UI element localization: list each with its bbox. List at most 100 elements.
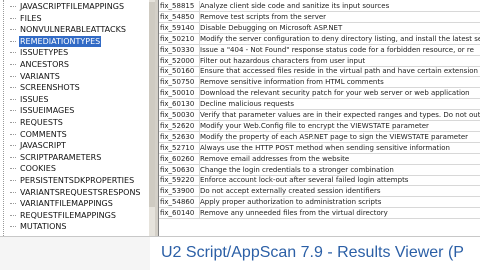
tree-branch-line — [10, 87, 16, 89]
row-description-cell: Do not accept externally created session… — [200, 187, 381, 196]
row-id-cell: fix_60260 — [159, 153, 200, 164]
row-id-cell: fix_59220 — [159, 175, 200, 186]
tree-branch-line — [10, 40, 16, 42]
row-description-cell: Ensure that accessed files reside in the… — [200, 67, 478, 76]
tree-item-label[interactable]: VARIANTSREQUESTSRESPONS — [19, 187, 142, 198]
row-id-cell: fix_52620 — [159, 120, 200, 131]
tree-branch-line — [10, 203, 16, 205]
row-id-cell: fix_50330 — [159, 44, 200, 55]
table-row[interactable]: fix_59220 Enforce account lock-out after … — [159, 175, 480, 187]
row-description-cell: Remove any unneeded files from the virtu… — [200, 209, 388, 218]
table-row[interactable]: fix_60140 Remove any unneeded files from … — [159, 208, 480, 220]
tree-branch-line — [10, 226, 16, 228]
row-id-cell: fix_50030 — [159, 110, 200, 120]
table-row[interactable]: fix_54860 Apply proper authorization to a… — [159, 197, 480, 209]
row-description-cell: Download the relevant security patch for… — [200, 89, 470, 98]
row-description-cell: Filter out hazardous characters from use… — [200, 56, 366, 65]
tree-branch-line — [10, 168, 16, 170]
row-id-cell: fix_54850 — [159, 11, 200, 22]
row-id-cell: fix_52630 — [159, 131, 200, 142]
tree-branch-line — [10, 17, 16, 19]
row-id-cell: fix_60140 — [159, 208, 200, 219]
bottom-left-area — [0, 237, 150, 270]
table-row[interactable]: fix_52620 Modify your Web.Config file to … — [159, 120, 480, 132]
tree-item-label[interactable]: JAVASCRIPT — [19, 140, 67, 151]
tree-branch-line — [10, 75, 16, 77]
table-row[interactable]: fix_52710 Always use the HTTP POST method… — [159, 142, 480, 154]
tree-branch-line — [10, 156, 16, 158]
table-row[interactable]: fix_52630 Modify the property of each ASP… — [159, 131, 480, 143]
tree-branch-line — [10, 145, 16, 147]
table-row[interactable]: fix_60260 Remove email addresses from the… — [159, 153, 480, 165]
tree-item-label[interactable]: JAVASCRIPTFILEMAPPINGS — [19, 1, 125, 12]
table-row[interactable]: fix_50030 Verify that parameter values ar… — [159, 110, 480, 121]
table-row[interactable]: fix_53900 Do not accept externally create… — [159, 186, 480, 198]
table-row[interactable]: fix_50210 Modify the server configuration… — [159, 33, 480, 45]
tree-item-label[interactable]: REQUESTS — [19, 117, 64, 128]
table-row[interactable]: fix_50330 Issue a "404 - Not Found" respo… — [159, 44, 480, 56]
tree-item-label[interactable]: FILES — [19, 13, 43, 24]
row-description-cell: Always use the HTTP POST method when sen… — [200, 143, 450, 152]
tree-branch-line — [10, 214, 16, 216]
tree-item-label[interactable]: ISSUETYPES — [19, 47, 69, 58]
table-row[interactable]: fix_58815 Analyze client side code and sa… — [159, 1, 480, 12]
tree-item-label[interactable]: MUTATIONS — [19, 221, 67, 232]
table-row[interactable]: fix_52000 Filter out hazardous characters… — [159, 55, 480, 67]
tree-branch-line — [10, 6, 16, 7]
tree-item-label[interactable]: NONVULNERABLEATTACKS — [19, 24, 127, 35]
tree-item-label[interactable]: SCRIPTPARAMETERS — [19, 152, 102, 163]
tree-item-label[interactable]: ISSUES — [19, 94, 50, 105]
row-id-cell: fix_53900 — [159, 186, 200, 197]
tree-item-label[interactable]: ANCESTORS — [19, 59, 70, 70]
tree-item-label[interactable]: VARIANTFILEMAPPINGS — [19, 198, 114, 209]
row-description-cell: Decline malicious requests — [200, 100, 295, 109]
table-row[interactable]: fix_59140 Disable Debugging on Microsoft … — [159, 22, 480, 34]
table-row[interactable]: fix_60130 Decline malicious requests — [159, 99, 480, 111]
table-row[interactable]: fix_50010 Download the relevant security … — [159, 88, 480, 100]
row-id-cell: fix_59140 — [159, 22, 200, 33]
tree-item-label[interactable]: COMMENTS — [19, 129, 68, 140]
row-id-cell: fix_50750 — [159, 77, 200, 88]
tree-branch-line — [10, 180, 16, 181]
row-id-cell: fix_50010 — [159, 88, 200, 99]
table-row[interactable]: fix_54850 Remove test scripts from the se… — [159, 11, 480, 23]
tree-item-label[interactable]: ISSUEIMAGES — [19, 105, 75, 116]
row-description-cell: Remove sensitive information from HTML c… — [200, 78, 384, 87]
row-description-cell: Apply proper authorization to administra… — [200, 198, 382, 207]
row-description-cell: Analyze client side code and sanitize it… — [200, 2, 390, 10]
tree-branch-line — [10, 64, 16, 65]
table-tree-panel: JAVASCRIPTFILEMAPPINGS FILES NONVULNERABLE… — [0, 0, 156, 236]
tree-item-label[interactable]: PERSISTENTSDKPROPERTIES — [19, 175, 135, 186]
tree-branch-line — [10, 191, 16, 193]
tree-branch-line — [10, 98, 16, 100]
row-description-cell: Change the login credentials to a strong… — [200, 165, 394, 174]
tree-branch-line — [10, 133, 16, 135]
row-id-cell: fix_50630 — [159, 164, 200, 175]
table-row[interactable]: fix_50630 Change the login credentials to… — [159, 164, 480, 176]
table-row[interactable]: fix_50750 Remove sensitive information fr… — [159, 77, 480, 89]
table-row[interactable]: fix_50160 Ensure that accessed files resi… — [159, 66, 480, 78]
row-id-cell: fix_52710 — [159, 142, 200, 153]
tree-branch-line — [10, 110, 16, 112]
row-id-cell: fix_52000 — [159, 55, 200, 66]
row-description-cell: Disable Debugging on Microsoft ASP.NET — [200, 23, 343, 32]
row-description-cell: Remove test scripts from the server — [200, 12, 327, 21]
row-description-cell: Enforce account lock-out after several f… — [200, 176, 409, 185]
tree-item-label[interactable]: REMEDIATIONTYPES — [19, 35, 102, 47]
row-id-cell: fix_50160 — [159, 66, 200, 77]
row-description-cell: Modify your Web.Config file to encrypt t… — [200, 121, 429, 130]
row-description-cell: Modify the server configuration to deny … — [200, 34, 480, 43]
tree-item-label[interactable]: REQUESTFILEMAPPINGS — [19, 210, 117, 221]
tree-branch-line — [10, 52, 16, 54]
row-id-cell: fix_54860 — [159, 197, 200, 208]
tree-item-label[interactable]: SCREENSHOTS — [19, 82, 81, 93]
row-id-cell: fix_58815 — [159, 1, 200, 11]
row-id-cell: fix_50210 — [159, 33, 200, 44]
tree-branch-line — [10, 122, 16, 123]
row-description-cell: Remove email addresses from the website — [200, 154, 350, 163]
tree-item-label[interactable]: COOKIES — [19, 163, 57, 174]
row-description-cell: Modify the property of each ASP.NET page… — [200, 132, 469, 141]
tree-item-label[interactable]: VARIANTS — [19, 71, 61, 82]
row-description-cell: Verify that parameter values are in thei… — [200, 111, 480, 119]
row-description-cell: Issue a "404 - Not Found" response statu… — [200, 45, 474, 54]
